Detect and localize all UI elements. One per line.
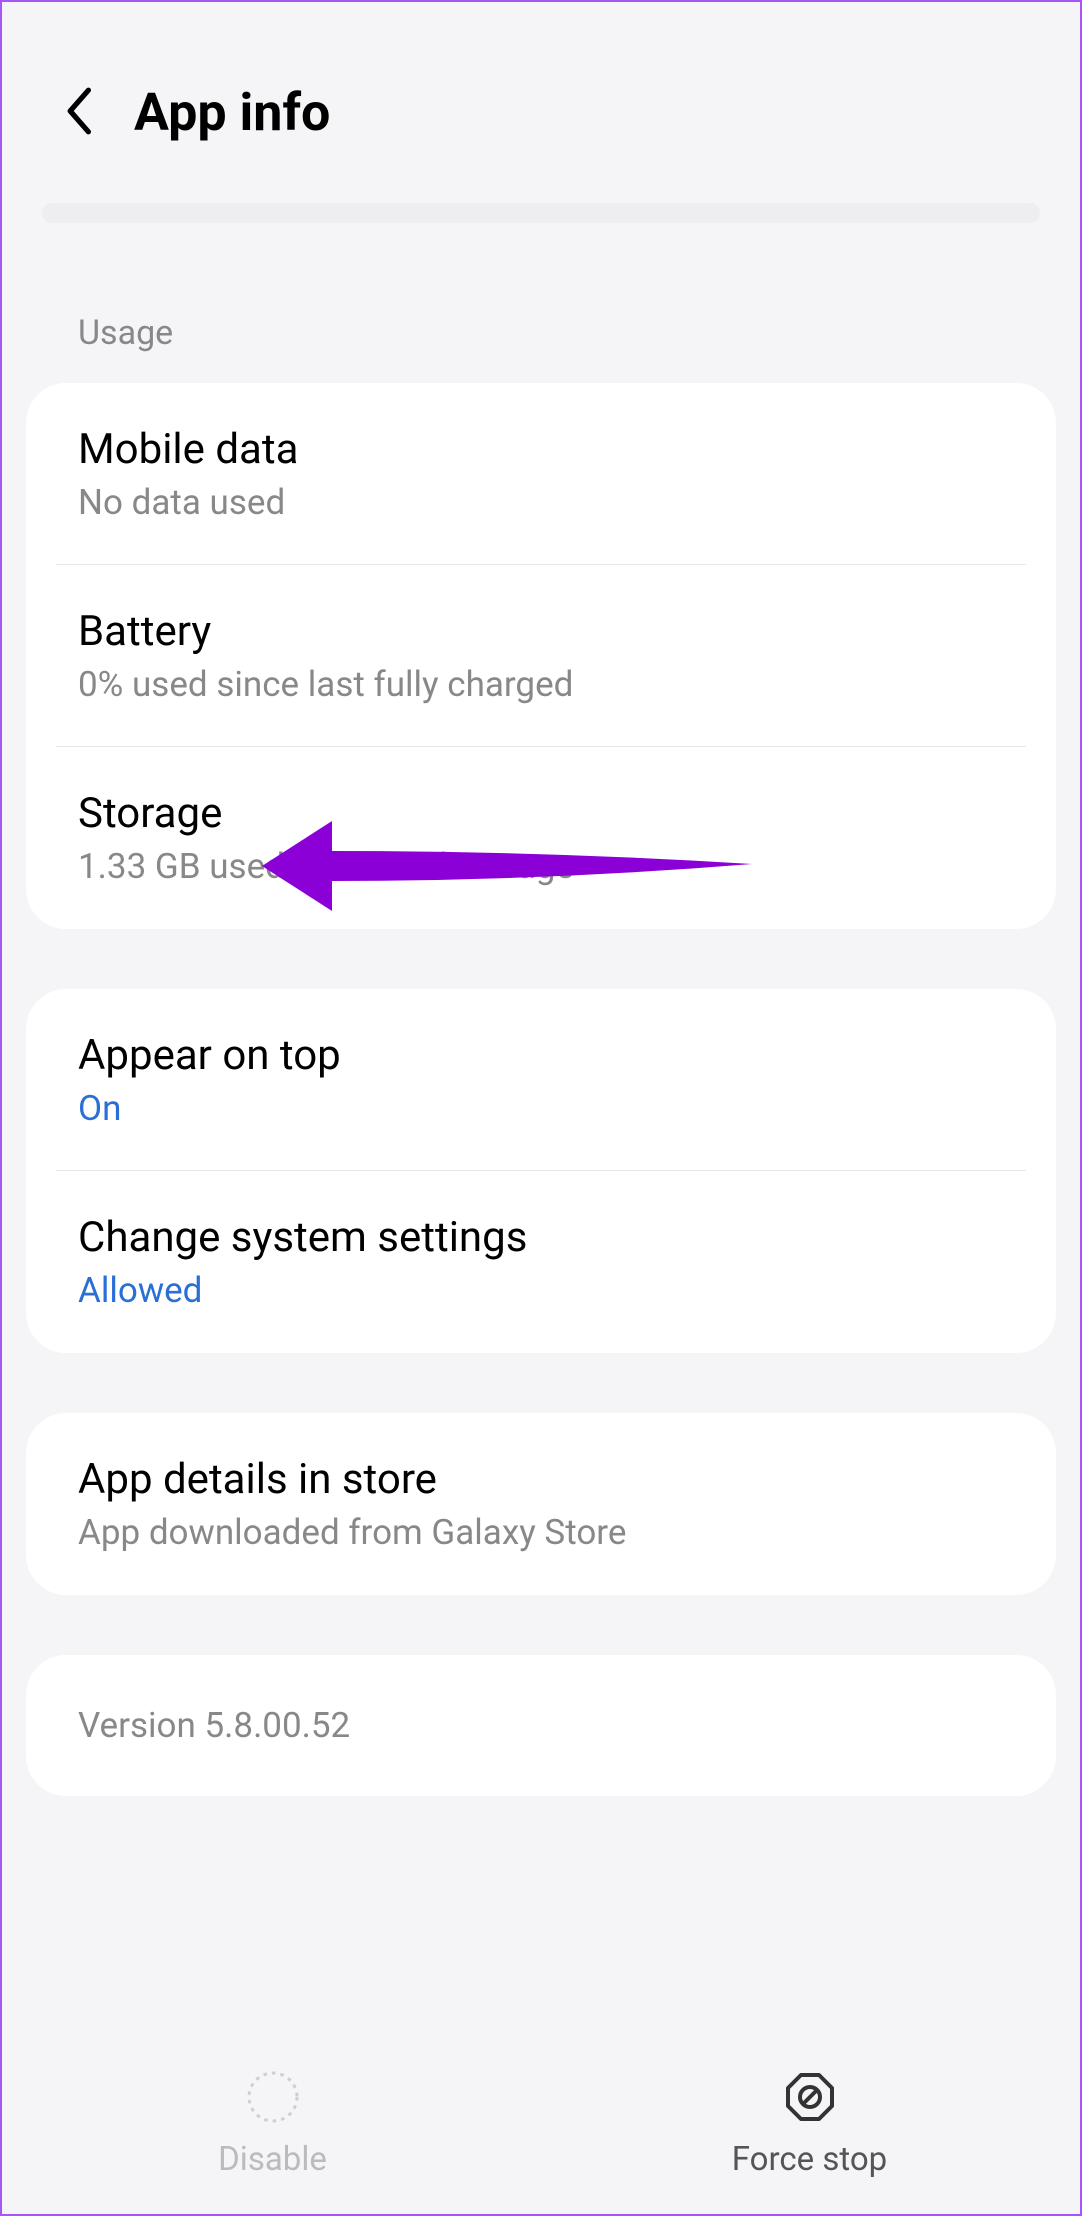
item-subtitle: 1.33 GB used in Internal storage (78, 846, 1004, 887)
storage-item[interactable]: Storage 1.33 GB used in Internal storage (26, 747, 1056, 929)
force-stop-label: Force stop (732, 2140, 887, 2179)
app-details-store-item[interactable]: App details in store App downloaded from… (26, 1413, 1056, 1595)
item-title: Mobile data (78, 425, 1004, 474)
item-subtitle: App downloaded from Galaxy Store (78, 1512, 1004, 1553)
item-subtitle: No data used (78, 482, 1004, 523)
store-card: App details in store App downloaded from… (26, 1413, 1056, 1595)
item-subtitle: On (78, 1088, 1004, 1129)
item-subtitle: Allowed (78, 1270, 1004, 1311)
back-icon[interactable] (62, 85, 94, 141)
divider (42, 203, 1040, 223)
battery-item[interactable]: Battery 0% used since last fully charged (26, 565, 1056, 747)
item-title: Change system settings (78, 1213, 1004, 1262)
item-title: Storage (78, 789, 1004, 838)
disable-label: Disable (218, 2140, 327, 2179)
disable-button: Disable (4, 2034, 541, 2214)
advanced-card: Appear on top On Change system settings … (26, 989, 1056, 1353)
disable-icon (246, 2070, 300, 2128)
version-text: Version 5.8.00.52 (78, 1705, 1004, 1746)
bottom-bar: Disable Force stop (4, 2034, 1078, 2214)
force-stop-icon (783, 2070, 837, 2128)
usage-card: Mobile data No data used Battery 0% used… (26, 383, 1056, 929)
page-title: App info (134, 82, 330, 143)
item-title: Battery (78, 607, 1004, 656)
item-title: App details in store (78, 1455, 1004, 1504)
version-card: Version 5.8.00.52 (26, 1655, 1056, 1796)
section-label-usage: Usage (2, 263, 1080, 383)
force-stop-button[interactable]: Force stop (541, 2034, 1078, 2214)
change-system-settings-item[interactable]: Change system settings Allowed (26, 1171, 1056, 1353)
item-subtitle: 0% used since last fully charged (78, 664, 1004, 705)
mobile-data-item[interactable]: Mobile data No data used (26, 383, 1056, 565)
appear-on-top-item[interactable]: Appear on top On (26, 989, 1056, 1171)
item-title: Appear on top (78, 1031, 1004, 1080)
